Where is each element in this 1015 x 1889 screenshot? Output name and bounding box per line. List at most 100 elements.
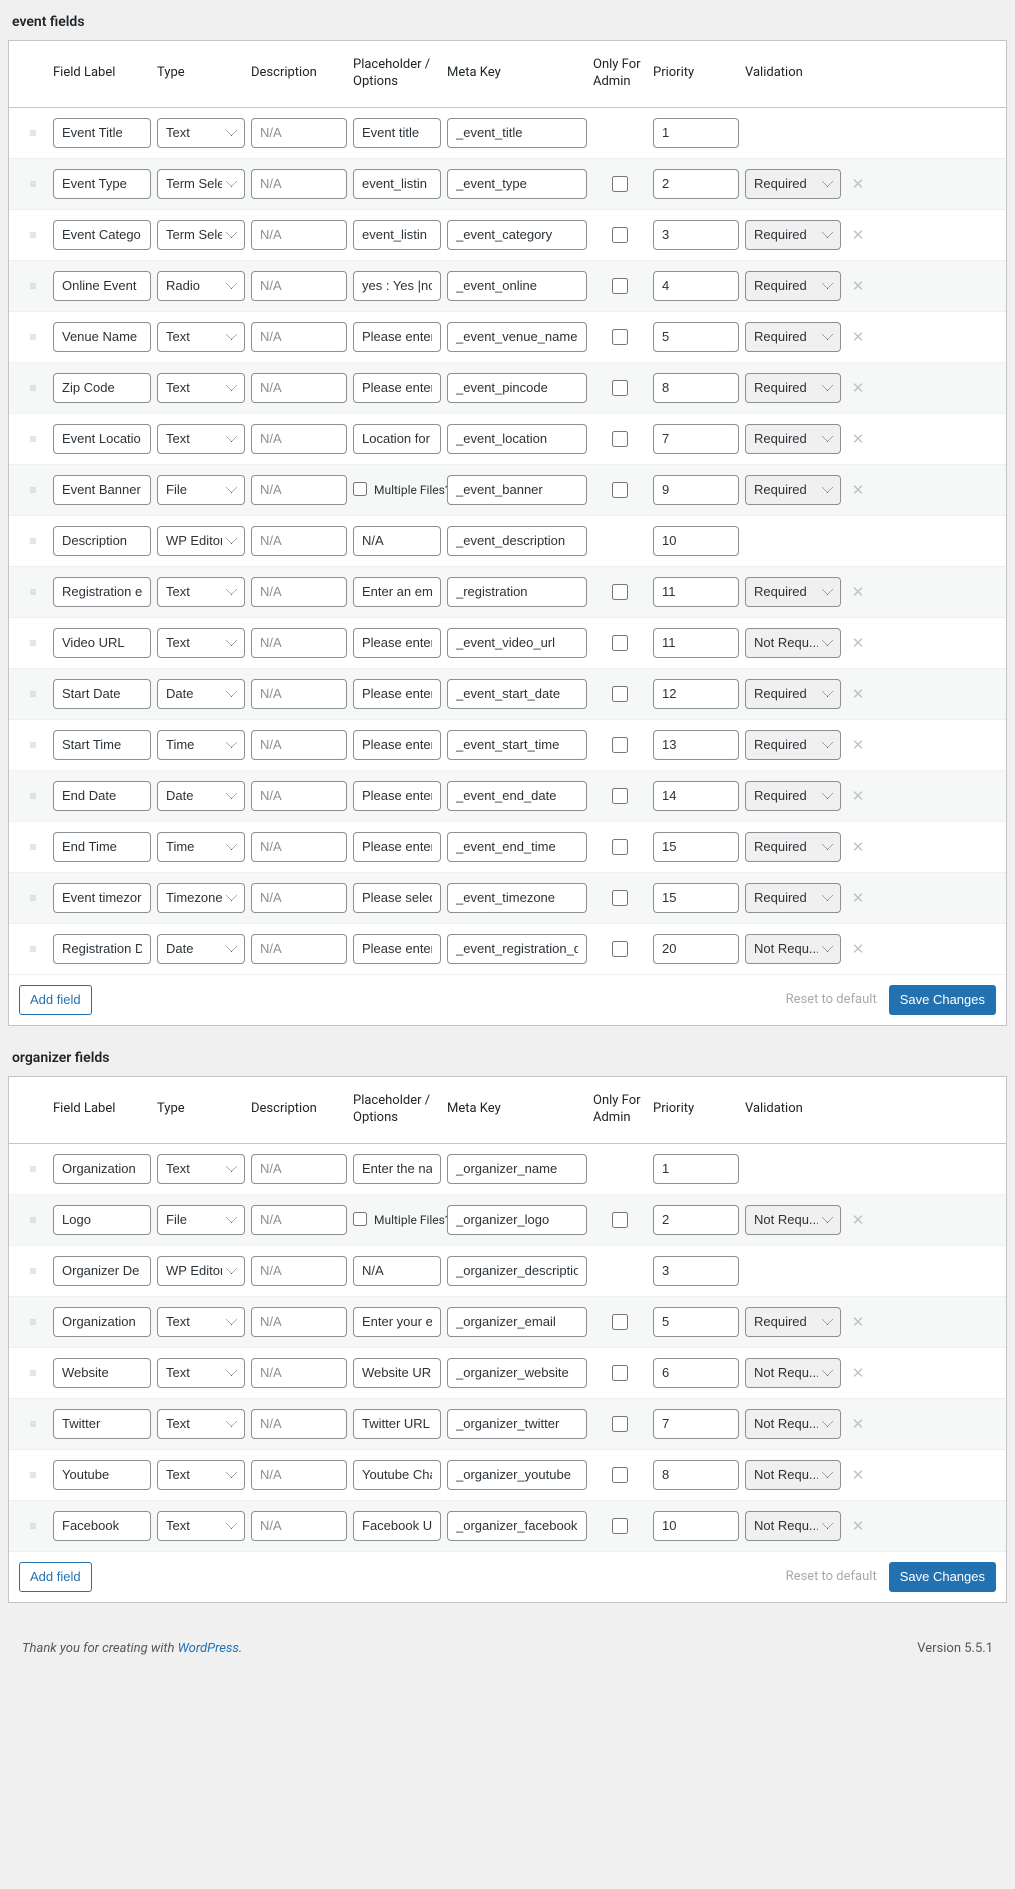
type-select[interactable]: TextTerm SelectRadioFileWP EditorDateTim…	[157, 322, 245, 352]
field-label-input[interactable]	[53, 832, 151, 862]
type-select[interactable]: TextTerm SelectRadioFileWP EditorDateTim…	[157, 628, 245, 658]
only-for-admin-checkbox[interactable]	[612, 1314, 628, 1330]
description-input[interactable]	[251, 730, 347, 760]
only-for-admin-checkbox[interactable]	[612, 686, 628, 702]
drag-handle-icon[interactable]: ≡	[19, 1213, 47, 1227]
type-select[interactable]: TextTerm SelectRadioFileWP EditorDateTim…	[157, 169, 245, 199]
description-input[interactable]	[251, 118, 347, 148]
delete-row-icon[interactable]: ✕	[847, 1517, 869, 1535]
delete-row-icon[interactable]: ✕	[847, 430, 869, 448]
placeholder-input[interactable]	[353, 883, 441, 913]
only-for-admin-checkbox[interactable]	[612, 380, 628, 396]
placeholder-input[interactable]	[353, 424, 441, 454]
validation-select[interactable]: RequiredNot Requ...	[745, 730, 841, 760]
only-for-admin-checkbox[interactable]	[612, 1212, 628, 1228]
drag-handle-icon[interactable]: ≡	[19, 1468, 47, 1482]
type-select[interactable]: TextTerm SelectRadioFileWP EditorDateTim…	[157, 934, 245, 964]
validation-select[interactable]: RequiredNot Requ...	[745, 475, 841, 505]
field-label-input[interactable]	[53, 169, 151, 199]
delete-row-icon[interactable]: ✕	[847, 1364, 869, 1382]
type-select[interactable]: TextTerm SelectRadioFileWP EditorDateTim…	[157, 1307, 245, 1337]
drag-handle-icon[interactable]: ≡	[19, 636, 47, 650]
drag-handle-icon[interactable]: ≡	[19, 228, 47, 242]
placeholder-input[interactable]	[353, 1511, 441, 1541]
description-input[interactable]	[251, 577, 347, 607]
delete-row-icon[interactable]: ✕	[847, 226, 869, 244]
validation-select[interactable]: RequiredNot Requ...	[745, 169, 841, 199]
only-for-admin-checkbox[interactable]	[612, 788, 628, 804]
type-select[interactable]: TextTerm SelectRadioFileWP EditorDateTim…	[157, 526, 245, 556]
placeholder-input[interactable]	[353, 1358, 441, 1388]
description-input[interactable]	[251, 322, 347, 352]
description-input[interactable]	[251, 271, 347, 301]
validation-select[interactable]: RequiredNot Requ...	[745, 322, 841, 352]
type-select[interactable]: TextTerm SelectRadioFileWP EditorDateTim…	[157, 679, 245, 709]
type-select[interactable]: TextTerm SelectRadioFileWP EditorDateTim…	[157, 1205, 245, 1235]
only-for-admin-checkbox[interactable]	[612, 737, 628, 753]
validation-select[interactable]: RequiredNot Requ...	[745, 1511, 841, 1541]
only-for-admin-checkbox[interactable]	[612, 839, 628, 855]
only-for-admin-checkbox[interactable]	[612, 227, 628, 243]
multiple-files-option[interactable]: Multiple Files?	[353, 1212, 441, 1227]
description-input[interactable]	[251, 832, 347, 862]
only-for-admin-checkbox[interactable]	[612, 584, 628, 600]
placeholder-input[interactable]	[353, 577, 441, 607]
placeholder-input[interactable]	[353, 934, 441, 964]
placeholder-input[interactable]	[353, 730, 441, 760]
multiple-files-checkbox[interactable]	[353, 482, 367, 496]
placeholder-input[interactable]	[353, 1460, 441, 1490]
description-input[interactable]	[251, 934, 347, 964]
field-label-input[interactable]	[53, 1256, 151, 1286]
placeholder-input[interactable]	[353, 781, 441, 811]
validation-select[interactable]: RequiredNot Requ...	[745, 1460, 841, 1490]
placeholder-input[interactable]	[353, 322, 441, 352]
delete-row-icon[interactable]: ✕	[847, 940, 869, 958]
reset-default-link[interactable]: Reset to default	[786, 992, 877, 1007]
placeholder-input[interactable]	[353, 271, 441, 301]
delete-row-icon[interactable]: ✕	[847, 328, 869, 346]
delete-row-icon[interactable]: ✕	[847, 481, 869, 499]
only-for-admin-checkbox[interactable]	[612, 1518, 628, 1534]
description-input[interactable]	[251, 1256, 347, 1286]
description-input[interactable]	[251, 1205, 347, 1235]
field-label-input[interactable]	[53, 679, 151, 709]
drag-handle-icon[interactable]: ≡	[19, 177, 47, 191]
validation-select[interactable]: RequiredNot Requ...	[745, 781, 841, 811]
only-for-admin-checkbox[interactable]	[612, 329, 628, 345]
field-label-input[interactable]	[53, 1205, 151, 1235]
drag-handle-icon[interactable]: ≡	[19, 738, 47, 752]
save-changes-button[interactable]: Save Changes	[889, 985, 996, 1015]
only-for-admin-checkbox[interactable]	[612, 482, 628, 498]
drag-handle-icon[interactable]: ≡	[19, 1264, 47, 1278]
field-label-input[interactable]	[53, 118, 151, 148]
delete-row-icon[interactable]: ✕	[847, 838, 869, 856]
drag-handle-icon[interactable]: ≡	[19, 840, 47, 854]
field-label-input[interactable]	[53, 475, 151, 505]
validation-select[interactable]: RequiredNot Requ...	[745, 1358, 841, 1388]
drag-handle-icon[interactable]: ≡	[19, 1519, 47, 1533]
type-select[interactable]: TextTerm SelectRadioFileWP EditorDateTim…	[157, 883, 245, 913]
description-input[interactable]	[251, 1511, 347, 1541]
validation-select[interactable]: RequiredNot Requ...	[745, 934, 841, 964]
type-select[interactable]: TextTerm SelectRadioFileWP EditorDateTim…	[157, 475, 245, 505]
type-select[interactable]: TextTerm SelectRadioFileWP EditorDateTim…	[157, 577, 245, 607]
only-for-admin-checkbox[interactable]	[612, 278, 628, 294]
field-label-input[interactable]	[53, 1460, 151, 1490]
delete-row-icon[interactable]: ✕	[847, 175, 869, 193]
drag-handle-icon[interactable]: ≡	[19, 585, 47, 599]
type-select[interactable]: TextTerm SelectRadioFileWP EditorDateTim…	[157, 781, 245, 811]
field-label-input[interactable]	[53, 1154, 151, 1184]
drag-handle-icon[interactable]: ≡	[19, 942, 47, 956]
multiple-files-option[interactable]: Multiple Files?	[353, 482, 441, 497]
placeholder-input[interactable]	[353, 220, 441, 250]
placeholder-input[interactable]	[353, 526, 441, 556]
type-select[interactable]: TextTerm SelectRadioFileWP EditorDateTim…	[157, 1511, 245, 1541]
drag-handle-icon[interactable]: ≡	[19, 279, 47, 293]
placeholder-input[interactable]	[353, 1307, 441, 1337]
validation-select[interactable]: RequiredNot Requ...	[745, 1409, 841, 1439]
only-for-admin-checkbox[interactable]	[612, 890, 628, 906]
placeholder-input[interactable]	[353, 1256, 441, 1286]
field-label-input[interactable]	[53, 424, 151, 454]
field-label-input[interactable]	[53, 1307, 151, 1337]
type-select[interactable]: TextTerm SelectRadioFileWP EditorDateTim…	[157, 373, 245, 403]
